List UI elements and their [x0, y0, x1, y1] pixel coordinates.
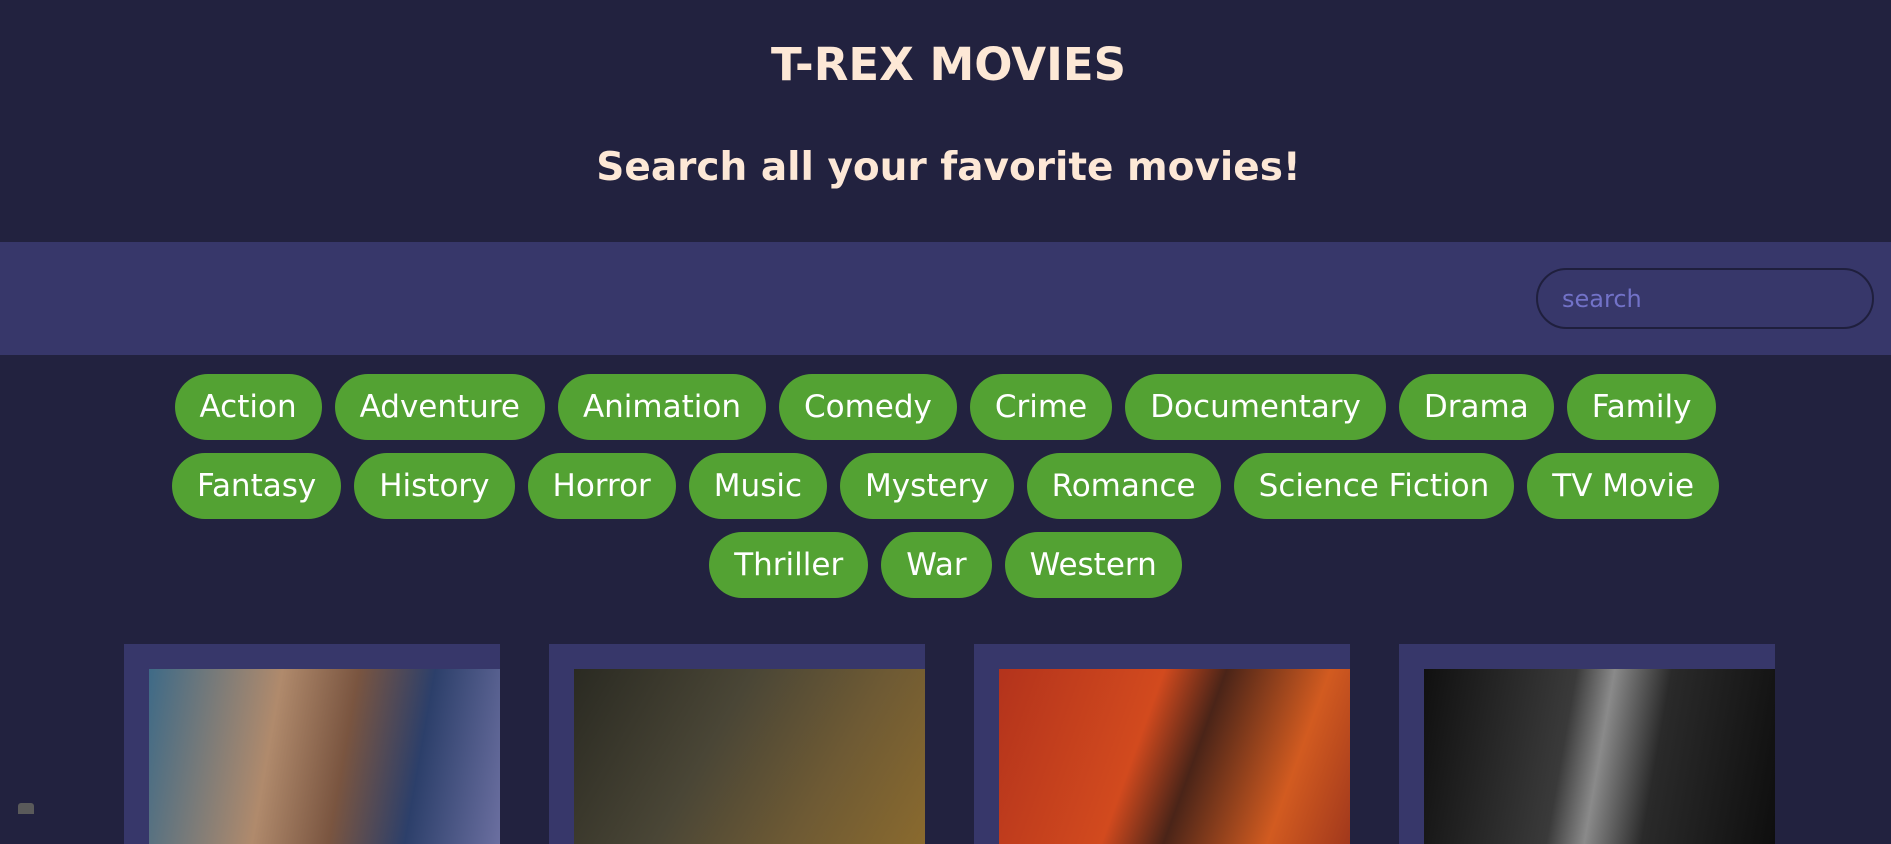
- movie-card[interactable]: [124, 644, 500, 844]
- movie-poster[interactable]: [149, 669, 500, 844]
- movie-poster[interactable]: [574, 669, 925, 844]
- genre-pill-horror[interactable]: Horror: [527, 453, 676, 519]
- site-subtitle: Search all your favorite movies!: [596, 145, 1301, 190]
- movie-card[interactable]: [974, 644, 1350, 844]
- movie-poster[interactable]: [1424, 669, 1775, 844]
- corner-badge-icon: [18, 803, 34, 814]
- genre-pill-action[interactable]: Action: [174, 374, 322, 440]
- genre-pill-romance[interactable]: Romance: [1026, 453, 1221, 519]
- movie-grid: [124, 644, 1775, 844]
- genre-pill-western[interactable]: Western: [1004, 532, 1182, 598]
- genre-pill-history[interactable]: History: [354, 453, 515, 519]
- genre-pill-music[interactable]: Music: [688, 453, 827, 519]
- genre-pill-fantasy[interactable]: Fantasy: [171, 453, 342, 519]
- genre-pill-mystery[interactable]: Mystery: [840, 453, 1014, 519]
- genre-list: Action Adventure Animation Comedy Crime …: [0, 374, 1891, 611]
- genre-pill-animation[interactable]: Animation: [557, 374, 766, 440]
- genre-pill-science-fiction[interactable]: Science Fiction: [1233, 453, 1515, 519]
- genre-pill-family[interactable]: Family: [1566, 374, 1717, 440]
- movie-poster[interactable]: [999, 669, 1350, 844]
- genre-pill-thriller[interactable]: Thriller: [709, 532, 869, 598]
- genre-pill-drama[interactable]: Drama: [1398, 374, 1554, 440]
- search-bar: [0, 242, 1891, 355]
- site-title: T-REX MOVIES: [770, 38, 1127, 91]
- genre-row: Action Adventure Animation Comedy Crime …: [0, 374, 1891, 440]
- search-input[interactable]: [1536, 268, 1874, 329]
- genre-row: Thriller War Western: [0, 532, 1891, 598]
- genre-pill-crime[interactable]: Crime: [969, 374, 1113, 440]
- site-header: T-REX MOVIES Search all your favorite mo…: [0, 0, 1891, 242]
- genre-pill-tv-movie[interactable]: TV Movie: [1527, 453, 1720, 519]
- movie-card[interactable]: [549, 644, 925, 844]
- genre-pill-documentary[interactable]: Documentary: [1125, 374, 1386, 440]
- genre-pill-adventure[interactable]: Adventure: [334, 374, 545, 440]
- genre-pill-war[interactable]: War: [881, 532, 992, 598]
- genre-row: Fantasy History Horror Music Mystery Rom…: [0, 453, 1891, 519]
- genre-pill-comedy[interactable]: Comedy: [779, 374, 957, 440]
- movie-card[interactable]: [1399, 644, 1775, 844]
